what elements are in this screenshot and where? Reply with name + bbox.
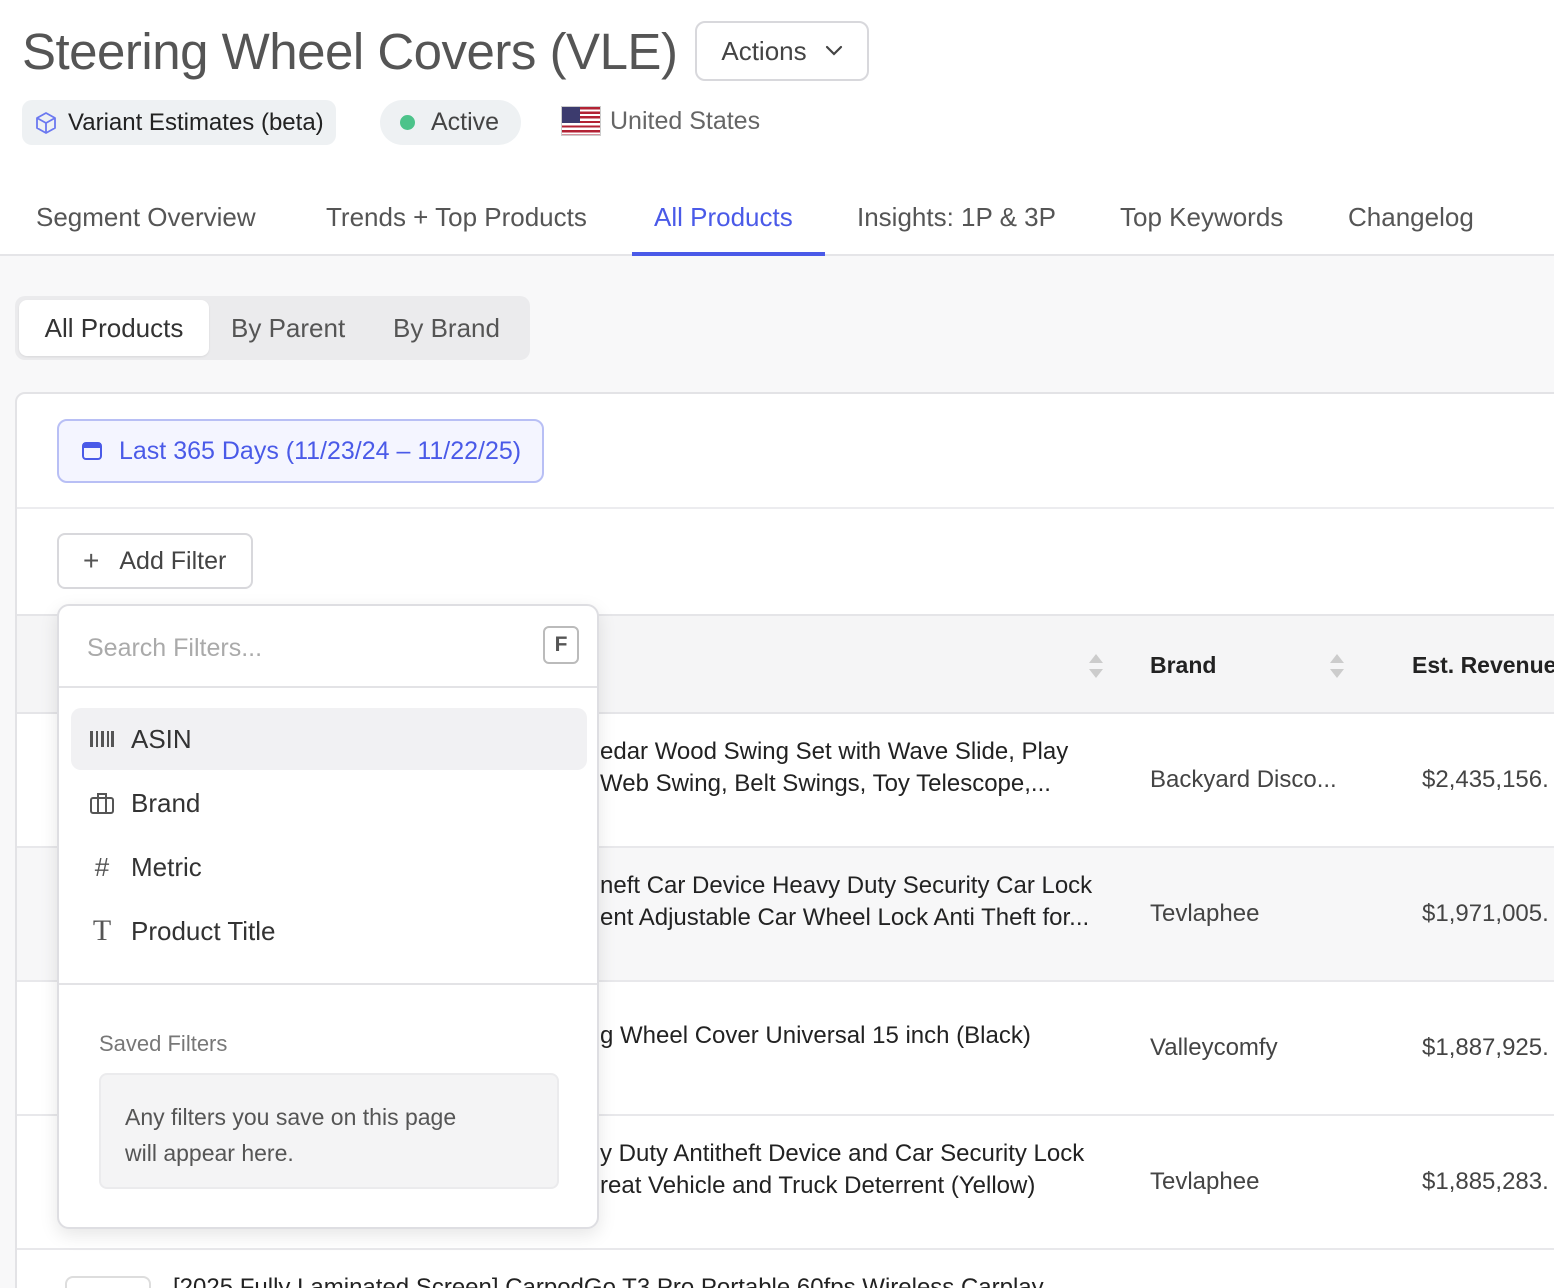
filter-option-label: Product Title xyxy=(131,915,276,946)
filter-option-asin[interactable]: ASIN xyxy=(71,708,587,770)
filter-option-metric[interactable]: # Metric xyxy=(71,836,587,898)
filter-option-label: Metric xyxy=(131,851,202,882)
divider xyxy=(17,507,1554,509)
filter-search-bar: F xyxy=(59,606,597,688)
view-toggle: All Products By Parent By Brand xyxy=(15,296,530,360)
status-badge: Active xyxy=(380,100,522,145)
product-title[interactable]: y Duty Antitheft Device and Car Security… xyxy=(600,1138,1084,1170)
tab-changelog[interactable]: Changelog xyxy=(1348,202,1474,233)
text-icon: T xyxy=(92,914,112,947)
filter-search-input[interactable] xyxy=(87,628,517,668)
tab-insights[interactable]: Insights: 1P & 3P xyxy=(857,202,1056,233)
keyboard-shortcut-badge: F xyxy=(543,626,579,664)
tab-segment-overview[interactable]: Segment Overview xyxy=(36,202,256,233)
saved-filters-empty-text: will appear here. xyxy=(125,1140,294,1166)
us-flag-icon xyxy=(561,106,601,136)
variant-estimates-label: Variant Estimates (beta) xyxy=(68,108,324,136)
filter-option-brand[interactable]: Brand xyxy=(71,772,587,834)
status-label: Active xyxy=(431,108,500,136)
page-header: Steering Wheel Covers (VLE) Actions Vari… xyxy=(0,0,1554,256)
barcode-icon xyxy=(89,726,115,752)
filter-dropdown: F ASIN Brand # Metric T Product Title Sa… xyxy=(57,604,599,1229)
view-by-brand[interactable]: By Brand xyxy=(393,300,500,356)
calendar-icon xyxy=(82,442,102,460)
product-title[interactable]: g Wheel Cover Universal 15 inch (Black) xyxy=(600,1020,1031,1052)
revenue-cell: $1,971,005. xyxy=(1422,900,1549,927)
product-thumbnail xyxy=(65,1276,151,1288)
add-filter-label: Add Filter xyxy=(119,546,227,575)
page-title: Steering Wheel Covers (VLE) xyxy=(22,23,678,80)
revenue-cell: $1,887,925. xyxy=(1422,1034,1549,1061)
date-range-button[interactable]: Last 365 Days (11/23/24 – 11/22/25) xyxy=(57,419,544,483)
saved-filters-empty-state: Any filters you save on this page will a… xyxy=(99,1073,559,1189)
saved-filters-heading: Saved Filters xyxy=(99,1031,228,1056)
status-dot-icon xyxy=(400,115,415,130)
saved-filters-empty-text: Any filters you save on this page xyxy=(125,1104,457,1130)
brand-cell: Backyard Disco... xyxy=(1150,766,1337,793)
column-header-est-revenue[interactable]: Est. Revenue xyxy=(1412,652,1554,679)
revenue-cell: $2,435,156. xyxy=(1422,766,1549,793)
briefcase-icon xyxy=(89,790,115,816)
brand-cell: Tevlaphee xyxy=(1150,1168,1260,1195)
country-indicator: United States xyxy=(561,106,760,136)
product-title[interactable]: neft Car Device Heavy Duty Security Car … xyxy=(600,870,1092,902)
brand-cell: Valleycomfy xyxy=(1150,1034,1278,1061)
tab-bar: Segment Overview Trends + Top Products A… xyxy=(0,190,1554,256)
product-title[interactable]: [2025 Fully Laminated Screen] CarpodGo T… xyxy=(173,1274,1044,1288)
add-filter-button[interactable]: + Add Filter xyxy=(57,533,253,589)
plus-icon: + xyxy=(83,545,100,576)
actions-button[interactable]: Actions xyxy=(695,21,869,81)
filter-option-label: Brand xyxy=(131,787,201,818)
table-row[interactable]: [2025 Fully Laminated Screen] CarpodGo T… xyxy=(17,1250,1554,1288)
product-title[interactable]: ent Adjustable Car Wheel Lock Anti Theft… xyxy=(600,902,1089,934)
product-title[interactable]: Web Swing, Belt Swings, Toy Telescope,..… xyxy=(600,768,1051,800)
hash-icon: # xyxy=(94,851,110,882)
country-label: United States xyxy=(610,106,761,135)
filter-option-product-title[interactable]: T Product Title xyxy=(71,900,587,962)
divider xyxy=(59,983,597,985)
actions-label: Actions xyxy=(721,35,807,66)
view-all-products[interactable]: All Products xyxy=(19,300,209,356)
revenue-cell: $1,885,283. xyxy=(1422,1168,1549,1195)
tab-trends-top-products[interactable]: Trends + Top Products xyxy=(326,202,587,233)
cube-icon xyxy=(36,111,56,134)
variant-estimates-badge: Variant Estimates (beta) xyxy=(22,100,336,145)
sort-icon[interactable] xyxy=(1087,652,1105,680)
product-title[interactable]: edar Wood Swing Set with Wave Slide, Pla… xyxy=(600,736,1068,768)
view-by-parent[interactable]: By Parent xyxy=(231,300,345,356)
date-range-label: Last 365 Days (11/23/24 – 11/22/25) xyxy=(119,436,522,465)
active-tab-indicator xyxy=(632,252,825,256)
column-header-brand[interactable]: Brand xyxy=(1150,652,1216,679)
tab-all-products[interactable]: All Products xyxy=(654,202,793,233)
brand-cell: Tevlaphee xyxy=(1150,900,1260,927)
product-title[interactable]: reat Vehicle and Truck Deterrent (Yellow… xyxy=(600,1170,1035,1202)
chevron-down-icon xyxy=(825,45,842,56)
sort-icon[interactable] xyxy=(1328,652,1346,680)
tab-top-keywords[interactable]: Top Keywords xyxy=(1120,202,1283,233)
filter-option-label: ASIN xyxy=(131,723,192,754)
